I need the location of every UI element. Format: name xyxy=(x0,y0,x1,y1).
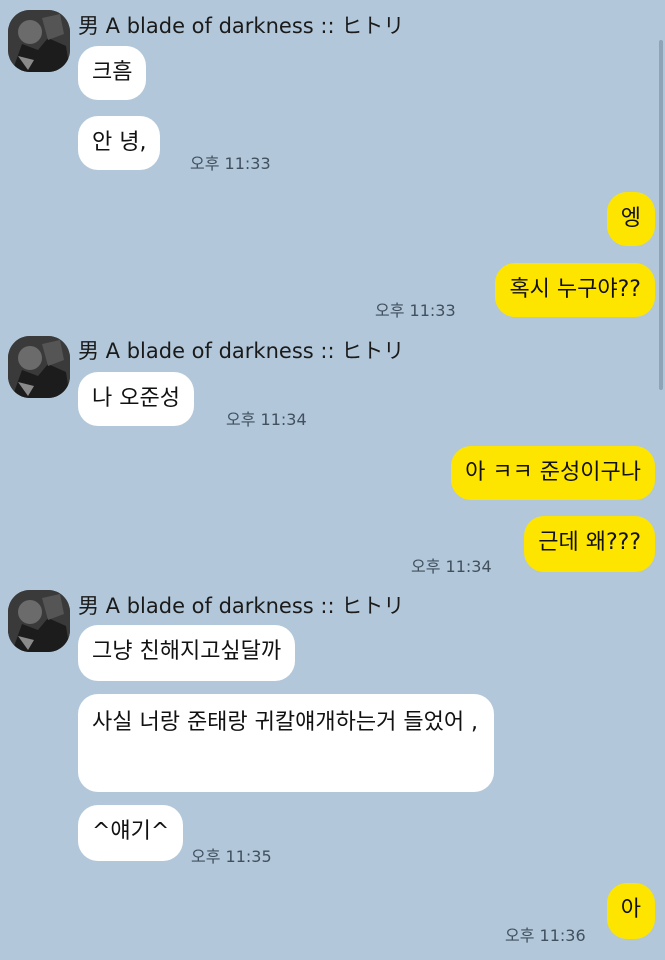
sender-avatar[interactable] xyxy=(8,336,70,398)
message-timestamp: 오후 11:34 xyxy=(226,410,307,429)
message-bubble-incoming[interactable]: 크흠 xyxy=(78,46,147,100)
message-bubble-outgoing[interactable]: 아 xyxy=(606,883,655,939)
message-timestamp: 오후 11:36 xyxy=(505,926,586,945)
sender-name: 男 A blade of darkness :: ヒトリ xyxy=(78,594,405,618)
message-timestamp: 오후 11:35 xyxy=(191,847,272,866)
message-timestamp: 오후 11:34 xyxy=(411,557,492,576)
sender-avatar[interactable] xyxy=(8,590,70,652)
profile-avatar-icon xyxy=(8,590,70,652)
sender-name: 男 A blade of darkness :: ヒトリ xyxy=(78,339,405,363)
message-timestamp: 오후 11:33 xyxy=(375,301,456,320)
scrollbar[interactable] xyxy=(659,40,663,390)
message-bubble-incoming[interactable]: 사실 너랑 준태랑 귀칼얘개하는거 들었어 , xyxy=(78,694,494,792)
message-bubble-incoming[interactable]: ^얘기^ xyxy=(78,805,184,861)
message-bubble-incoming[interactable]: 나 오준성 xyxy=(78,372,194,426)
sender-avatar[interactable] xyxy=(8,10,70,72)
message-bubble-incoming[interactable]: 안 녕, xyxy=(78,116,161,170)
sender-name: 男 A blade of darkness :: ヒトリ xyxy=(78,14,405,38)
message-bubble-outgoing[interactable]: 아 ㅋㅋ 준성이구나 xyxy=(451,446,655,500)
message-timestamp: 오후 11:33 xyxy=(190,154,271,173)
message-bubble-outgoing[interactable]: 혹시 누구야?? xyxy=(495,263,655,317)
profile-avatar-icon xyxy=(8,336,70,398)
message-bubble-outgoing[interactable]: 엥 xyxy=(606,192,655,246)
message-bubble-incoming[interactable]: 그냥 친해지고싶달까 xyxy=(78,625,296,681)
profile-avatar-icon xyxy=(8,10,70,72)
message-bubble-outgoing[interactable]: 근데 왜??? xyxy=(524,516,655,572)
